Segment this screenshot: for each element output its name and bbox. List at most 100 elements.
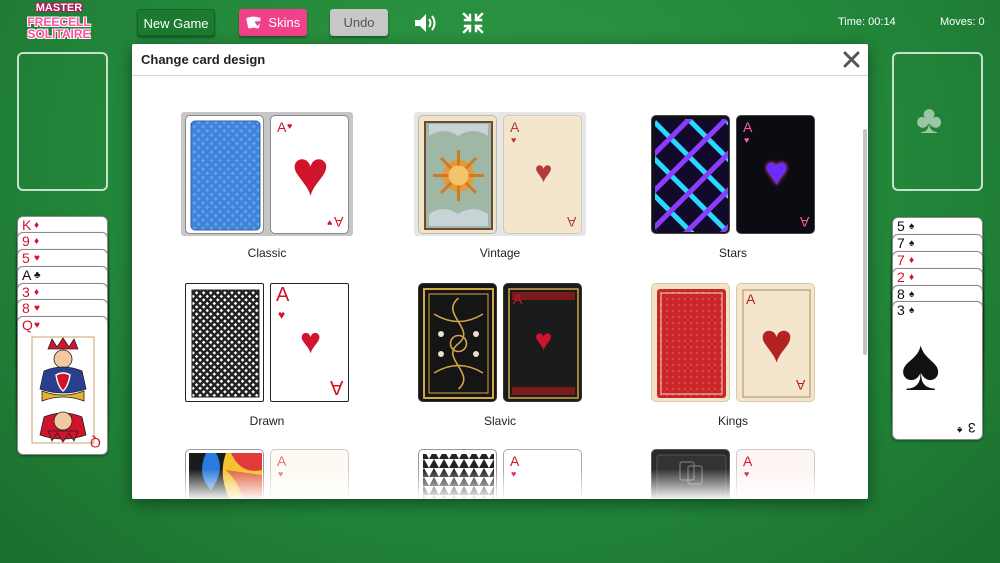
- skin-name: Drawn: [249, 414, 285, 428]
- face-rank-bottom: A: [795, 377, 805, 393]
- undo-button[interactable]: Undo: [330, 9, 388, 36]
- new-game-button[interactable]: New Game: [137, 9, 215, 36]
- skin-preview: A ♥ ♥ A: [414, 112, 586, 236]
- skin-name: Vintage: [479, 246, 521, 260]
- card-back-preview: [185, 115, 264, 234]
- skin-option-stars[interactable]: A ♥ ♥ A Stars: [647, 112, 819, 260]
- card-rank-bottom: Q: [90, 435, 101, 451]
- queen-card[interactable]: Q ♥ Q: [17, 316, 108, 455]
- face-suit-bottom: ♥: [326, 218, 332, 228]
- timer-display: Time: 00:14: [838, 16, 896, 28]
- heart-icon: ♥: [759, 311, 794, 374]
- skin-name: Classic: [247, 246, 287, 260]
- card-suit: ♠: [909, 289, 915, 300]
- scroll-fade: [132, 469, 862, 499]
- card-rank: Q: [22, 317, 33, 333]
- collapse-icon[interactable]: [460, 11, 486, 35]
- skin-preview: A ♥ A: [647, 280, 819, 404]
- card-rank: A: [22, 267, 32, 283]
- face-suit: ♥: [744, 135, 750, 145]
- free-cell-slot[interactable]: [17, 52, 108, 191]
- card-suit: ♥: [34, 320, 40, 331]
- face-rank: A: [743, 119, 753, 135]
- card-suit: ♥: [34, 303, 40, 314]
- card-rank: 3: [22, 284, 30, 300]
- card-suit: ♦: [34, 287, 40, 298]
- card-suit: ♠: [909, 305, 915, 316]
- heart-icon: ♥: [291, 137, 330, 209]
- card-back-preview: [185, 283, 264, 402]
- card-suit: ♠: [909, 238, 915, 249]
- card-rank: 2: [897, 269, 905, 285]
- dialog-scrollbar[interactable]: [862, 77, 868, 499]
- card[interactable]: 3 ♠ ♠ 3 ♠: [892, 301, 983, 440]
- close-icon[interactable]: [843, 51, 860, 68]
- face-rank: A: [276, 284, 290, 306]
- queen-portrait: [31, 336, 95, 444]
- skin-name: Kings: [717, 414, 749, 428]
- cards-icon: ♥: [246, 9, 262, 36]
- skin-preview: A ♥: [414, 280, 586, 404]
- card-face-preview: A ♥ ♥ A: [503, 115, 582, 234]
- card-suit-bottom: ♠: [956, 424, 962, 435]
- heart-icon: ♥: [534, 324, 553, 357]
- face-rank-bottom: A: [566, 214, 576, 230]
- skin-preview: A ♥ ♥ A ♥: [181, 112, 353, 236]
- face-suit: ♥: [511, 135, 517, 145]
- card-face-preview: A ♥ ♥ A: [736, 115, 815, 234]
- heart-icon: ♥: [299, 320, 322, 361]
- skin-preview: A ♥ ♥ A: [181, 280, 353, 404]
- face-rank-bottom: A: [329, 376, 343, 398]
- card-face-preview: A ♥ ♥ A ♥: [270, 115, 349, 234]
- card-rank: 9: [22, 233, 30, 249]
- skin-option-vintage[interactable]: A ♥ ♥ A Vintage: [414, 112, 586, 260]
- card-rank: K: [22, 217, 32, 233]
- svg-text:♥: ♥: [254, 20, 260, 28]
- change-card-design-dialog: Change card design A ♥ ♥ A ♥ Classic A ♥…: [132, 44, 868, 499]
- card-rank-bottom: 3: [968, 420, 976, 436]
- skin-option-drawn[interactable]: A ♥ ♥ A Drawn: [181, 280, 353, 428]
- card-suit: ♠: [909, 221, 915, 232]
- card-suit: ♥: [34, 253, 40, 264]
- skin-preview: A ♥ ♥ A: [647, 112, 819, 236]
- card-rank: 8: [897, 286, 905, 302]
- card-suit: ♦: [34, 236, 40, 247]
- card-rank: 3: [897, 302, 905, 318]
- card-suit: ♦: [34, 220, 40, 231]
- skin-option-kings[interactable]: A ♥ A Kings: [647, 280, 819, 428]
- card-back-preview: [651, 283, 730, 402]
- face-rank: A: [746, 291, 756, 307]
- card-back-preview: [651, 115, 730, 234]
- card-suit: ♣: [34, 270, 41, 281]
- skins-label: Skins: [268, 15, 301, 30]
- face-rank: A: [510, 119, 520, 135]
- card-suit: ♦: [909, 255, 915, 266]
- skin-option-slavic[interactable]: A ♥ Slavic: [414, 280, 586, 428]
- face-rank-bottom: A: [333, 214, 343, 230]
- new-game-label: New Game: [143, 16, 209, 31]
- skin-option-classic[interactable]: A ♥ ♥ A ♥ Classic: [181, 112, 353, 260]
- face-rank-bottom: A: [799, 214, 809, 230]
- face-rank: A: [513, 291, 523, 307]
- card-rank: 5: [897, 218, 905, 234]
- heart-icon: ♥: [764, 150, 789, 194]
- skins-button[interactable]: ♥ Skins: [239, 9, 307, 36]
- card-rank: 7: [897, 252, 905, 268]
- undo-label: Undo: [343, 15, 375, 30]
- face-rank: A: [743, 453, 753, 469]
- scrollbar-thumb[interactable]: [863, 129, 867, 355]
- card-rank: 7: [897, 235, 905, 251]
- skin-name: Stars: [718, 246, 747, 260]
- logo-line-3: SOLITAIRE: [27, 27, 91, 41]
- card-face-preview: A ♥ A: [736, 283, 815, 402]
- face-rank: A: [277, 119, 287, 135]
- face-rank: A: [510, 453, 520, 469]
- card-face-preview: A ♥: [503, 283, 582, 402]
- card-rank: 8: [22, 300, 30, 316]
- club-icon: ♣: [916, 98, 943, 142]
- card-rank: 5: [22, 250, 30, 266]
- speaker-icon[interactable]: [413, 11, 439, 35]
- foundation-slot[interactable]: ♣: [892, 52, 983, 191]
- logo-line-1: MASTER: [35, 2, 83, 14]
- spade-icon: ♠: [901, 323, 941, 406]
